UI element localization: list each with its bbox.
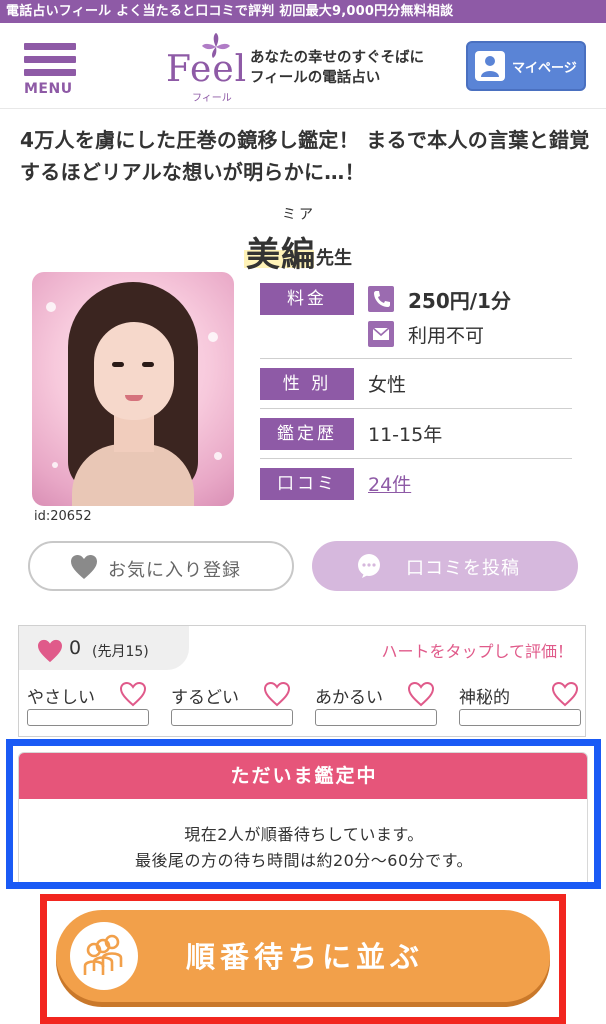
hamburger-icon-bar <box>24 69 76 76</box>
mail-value: 利用不可 <box>408 325 485 347</box>
trait-meter <box>171 709 293 726</box>
trait-mysterious: 神秘的 <box>459 681 581 729</box>
heart-count-badge: 0 (先月15) <box>19 626 189 670</box>
name-suffix: 先生 <box>316 248 352 269</box>
row-divider <box>260 408 572 409</box>
speech-bubble-icon <box>358 554 380 578</box>
trait-label: あかるい <box>315 688 383 708</box>
announcement-text: 電話占いフィール よく当たると口コミで評判 初回最大9,000円分無料相談 <box>6 4 454 19</box>
heart-icon <box>38 639 62 663</box>
trait-meter <box>459 709 581 726</box>
heart-count: 0 <box>69 637 82 659</box>
row-divider <box>260 358 572 359</box>
mail-icon <box>368 321 394 347</box>
tagline-line-1: あなたの幸せのすぐそばに <box>250 50 424 66</box>
hamburger-icon-bar <box>24 56 76 63</box>
heart-icon <box>71 555 97 579</box>
trait-kind: やさしい <box>27 681 149 729</box>
header-tagline: あなたの幸せのすぐそばに フィールの電話占い <box>250 48 460 88</box>
hamburger-icon <box>24 43 76 50</box>
trait-sharp: するどい <box>171 681 293 729</box>
profile-photo <box>32 272 234 506</box>
gender-value: 女性 <box>368 374 407 396</box>
evaluation-hint: ハートをタップして評価！ <box>381 642 573 661</box>
evaluation-panel: 0 (先月15) ハートをタップして評価！ やさしい するどい あかるい 神秘的 <box>18 625 586 737</box>
post-review-button[interactable]: 口コミを投稿 <box>312 541 578 591</box>
review-tag: 口コミ <box>260 468 354 500</box>
favorite-label: お気に入り登録 <box>108 560 241 581</box>
trait-meter <box>27 709 149 726</box>
heart-outline-icon[interactable] <box>407 681 435 707</box>
fortune-teller-name: 美編 <box>246 235 316 275</box>
logo-wordmark: Feel <box>166 49 248 90</box>
mypage-button[interactable]: マイページ <box>466 41 586 91</box>
heart-outline-icon[interactable] <box>119 681 147 707</box>
heart-outline-icon[interactable] <box>551 681 579 707</box>
favorite-button[interactable]: お気に入り登録 <box>28 541 294 591</box>
row-divider <box>260 458 572 459</box>
heart-count-last-month: (先月15) <box>92 644 149 660</box>
trait-meter <box>315 709 437 726</box>
highlight-frame-status <box>6 739 601 889</box>
heart-outline-icon[interactable] <box>263 681 291 707</box>
trait-bright: あかるい <box>315 681 437 729</box>
phone-icon <box>368 286 394 312</box>
career-tag: 鑑定歴 <box>260 418 354 450</box>
name-ruby: ミア <box>282 207 316 223</box>
trait-label: 神秘的 <box>459 688 510 708</box>
gender-tag: 性 別 <box>260 368 354 400</box>
career-value: 11-15年 <box>368 424 443 446</box>
catchphrase-headline: 4万人を虜にした圧巻の鏡移し鑑定！ まるで本人の言葉と錯覚するほどリアルな想いが… <box>20 128 590 184</box>
site-header: MENU Feel フィール あなたの幸せのすぐそばに フィールの電話占い マイ… <box>0 23 606 109</box>
review-count-link[interactable]: 24件 <box>368 470 411 497</box>
user-icon <box>475 51 505 81</box>
menu-button[interactable]: MENU <box>22 39 80 99</box>
top-announcement-bar: 電話占いフィール よく当たると口コミで評判 初回最大9,000円分無料相談 <box>0 0 606 23</box>
fee-tag: 料金 <box>260 283 354 315</box>
trait-label: やさしい <box>27 688 95 708</box>
highlight-frame-queue-button <box>40 894 566 1024</box>
post-review-label: 口コミを投稿 <box>406 558 520 579</box>
fortune-teller-id: id:20652 <box>34 509 92 524</box>
tagline-line-2: フィールの電話占い <box>250 70 381 86</box>
menu-label: MENU <box>24 81 73 97</box>
fee-value: 250円/1分 <box>408 289 511 313</box>
mypage-label: マイページ <box>512 61 577 76</box>
site-logo[interactable]: Feel フィール <box>166 33 248 104</box>
trait-label: するどい <box>171 688 239 708</box>
logo-kana: フィール <box>192 93 232 104</box>
